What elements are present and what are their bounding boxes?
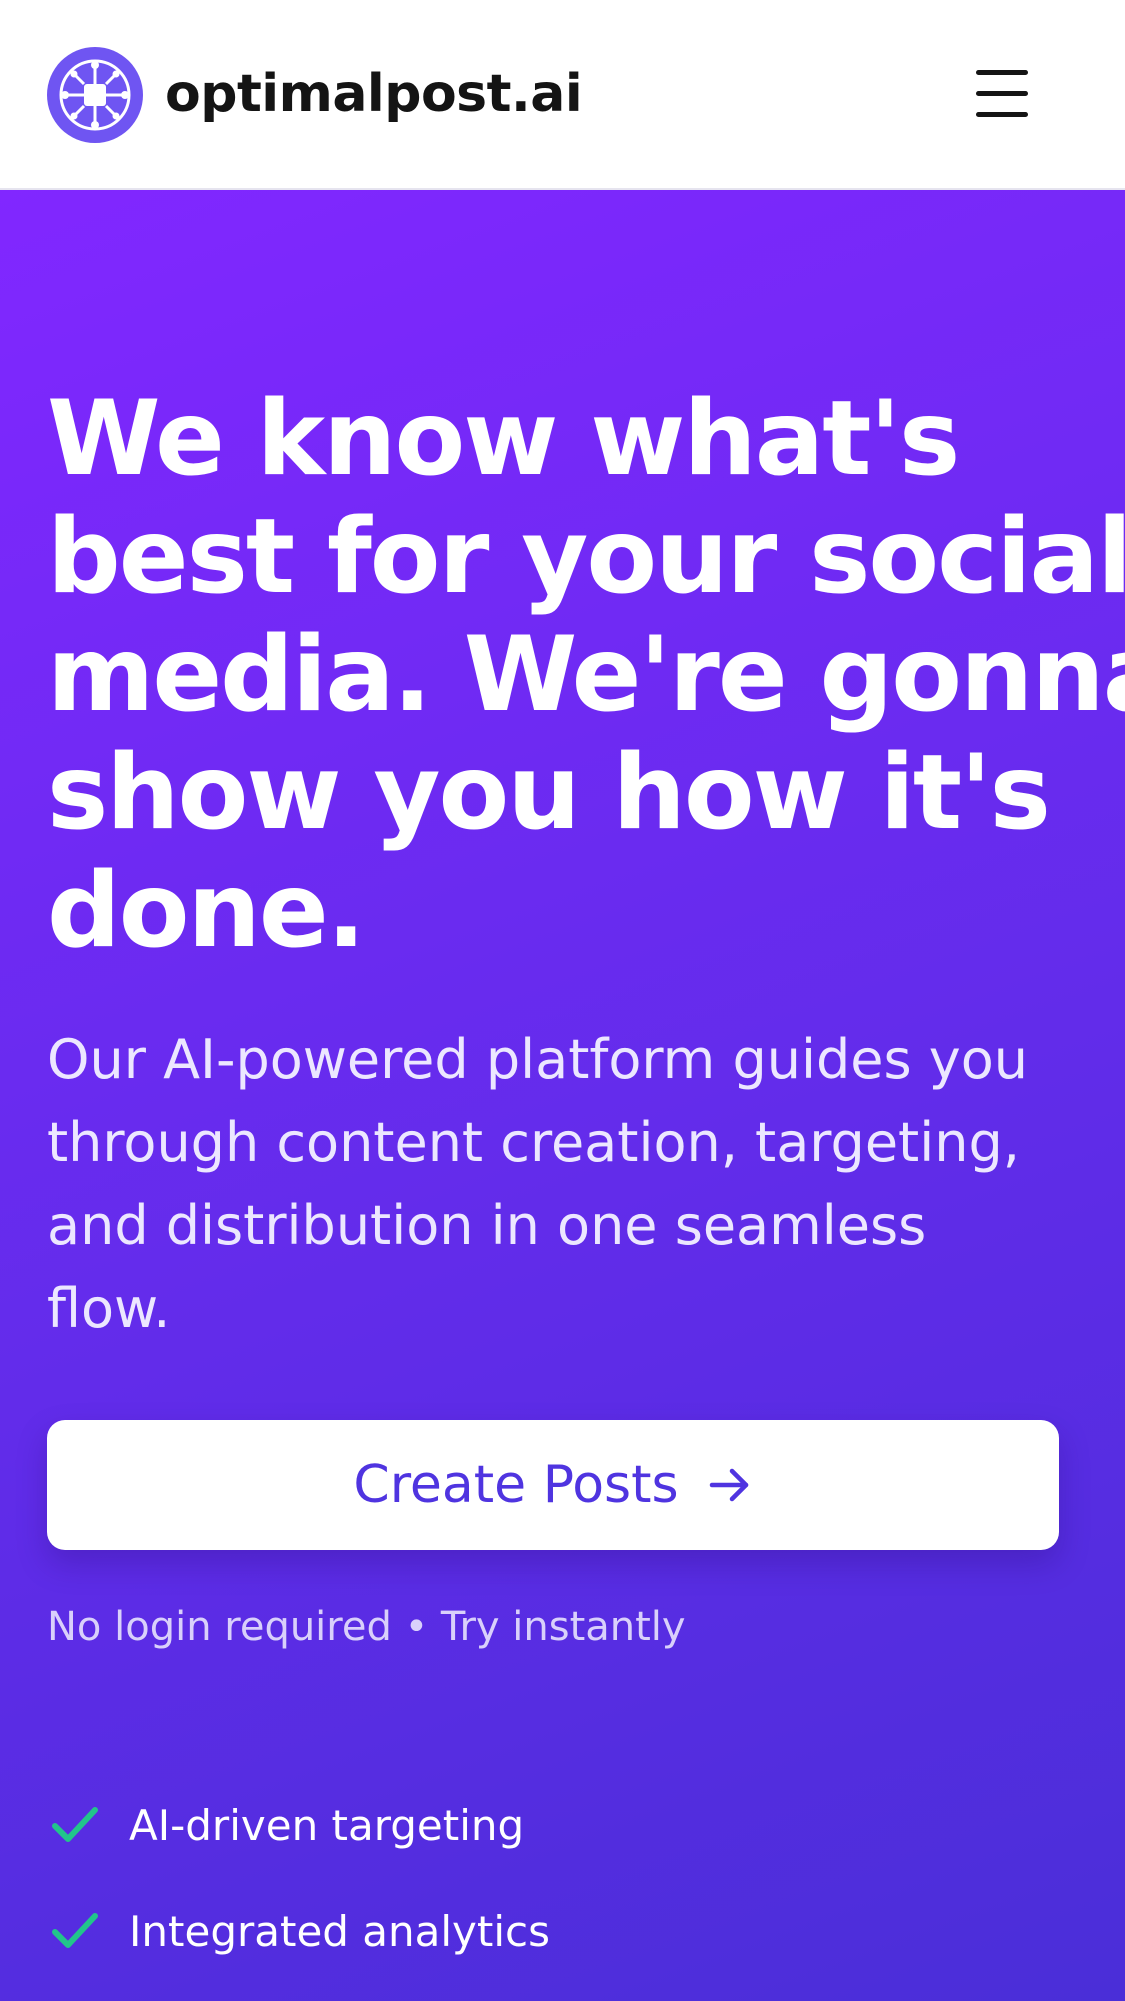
hero-subtitle-line: flow.: [47, 1277, 171, 1340]
feature-item: AI-driven targeting: [47, 1790, 524, 1860]
feature-label: AI-driven targeting: [129, 1800, 525, 1850]
site-header: optimalpost.ai: [0, 0, 1125, 190]
logo[interactable]: [47, 47, 143, 143]
brand-name[interactable]: optimalpost.ai: [165, 58, 583, 130]
hero-title-line: best for your social: [47, 497, 1125, 617]
create-posts-label: Create Posts: [353, 1455, 679, 1515]
check-icon: [52, 1913, 98, 1948]
hero-subtitle-line: Our AI-powered platform guides you: [47, 1028, 1028, 1091]
hero-title-line: We know what's: [47, 379, 960, 499]
hero-title: We know what's best for your social medi…: [47, 379, 1125, 971]
hero-subtitle: Our AI-powered platform guides you throu…: [47, 1018, 1107, 1350]
hero-subtitle-line: and distribution in one seamless: [47, 1194, 927, 1257]
circuit-chip-icon: [47, 47, 143, 143]
check-icon: [52, 1807, 98, 1842]
feature-item: Integrated analytics: [47, 1896, 550, 1966]
hero-section: We know what's best for your social medi…: [0, 190, 1125, 2001]
arrow-right-icon: [709, 1468, 748, 1502]
menu-button[interactable]: [968, 66, 1034, 122]
create-posts-button[interactable]: Create Posts: [47, 1420, 1059, 1550]
hero-title-line: media. We're gonna: [47, 615, 1125, 735]
hero-title-line: done.: [47, 851, 366, 971]
hero-subtitle-line: through content creation, targeting,: [47, 1111, 1020, 1174]
no-login-note: No login required • Try instantly: [47, 1604, 686, 1650]
hero-title-line: show you how it's: [47, 733, 1051, 853]
feature-label: Integrated analytics: [129, 1906, 551, 1956]
